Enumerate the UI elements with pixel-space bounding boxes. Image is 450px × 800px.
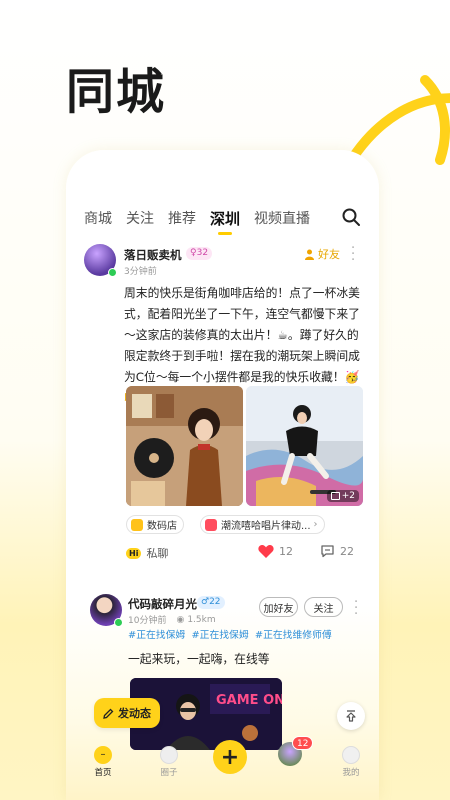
tab-mall[interactable]: 商城 [84, 208, 112, 228]
follow-button[interactable]: 关注 [304, 597, 343, 617]
more-options-icon[interactable]: · · · [351, 242, 355, 267]
level-value: 32 [196, 248, 209, 258]
add-friend-button[interactable]: 加好友 [259, 597, 298, 617]
nav-circle-label: 圈子 [160, 768, 178, 778]
shop-chip[interactable]: 数码店 [126, 515, 184, 534]
nav-home[interactable]: – 首页 [94, 746, 112, 778]
more-options-icon[interactable]: · · · [354, 596, 358, 621]
post-image-skater[interactable]: +2 [246, 386, 363, 506]
friend-badge[interactable]: 好友 [304, 246, 340, 262]
username[interactable]: 落日贩卖机 [124, 247, 182, 263]
level-badge: ♀32 [186, 247, 213, 260]
circle-icon [160, 746, 178, 764]
hashtag-list: #正在找保姆 #正在找保姆 #正在找维修师傅 [128, 627, 332, 641]
post-image-record-shop[interactable] [126, 386, 243, 506]
arrow-up-icon [346, 710, 356, 722]
nav-mine-label: 我的 [342, 768, 360, 778]
post-time-text: 10分钟前 [128, 616, 167, 626]
shop-icon [131, 518, 143, 531]
level-value: 22 [209, 597, 221, 607]
phone-screen: 商城 关注 推荐 深圳 视频直播 落日贩卖机 ♀32 3分钟前 好友 · · · 周… [66, 150, 379, 800]
post-update-button[interactable]: 发动态 [94, 698, 160, 728]
back-to-top-button[interactable] [337, 702, 365, 730]
like-count: 12 [279, 544, 293, 558]
tab-video-live[interactable]: 视频直播 [254, 208, 310, 228]
chat-label: 私聊 [146, 547, 169, 560]
post-text: 周末的快乐是街角咖啡店给的！点了一杯冰美式，配着阳光坐了一下午，连空气都慢下来了… [124, 286, 360, 384]
post-time: 3分钟前 [124, 267, 157, 277]
nav-mine[interactable]: 我的 [342, 746, 360, 778]
location-icon: ◉ [176, 614, 185, 625]
like-button[interactable]: 12 [258, 544, 293, 558]
hi-icon: Hi [126, 547, 142, 559]
image-illustration [126, 386, 243, 506]
page-headline: 同城 [66, 64, 167, 120]
neon-sign-text: GAME ON [216, 693, 282, 708]
nav-create-button[interactable]: + [213, 740, 247, 774]
hashtag[interactable]: #正在找保姆 [191, 630, 248, 641]
avatar[interactable] [84, 244, 117, 277]
more-images-count: +2 [341, 491, 355, 501]
topic-chip-label: 潮流嘻哈唱片律动... [221, 521, 311, 532]
hashtag[interactable]: #正在找保姆 [128, 630, 185, 641]
person-icon [305, 249, 314, 260]
hashtag[interactable]: #正在找维修师傅 [255, 630, 332, 641]
post-button-label: 发动态 [118, 707, 151, 720]
nav-messages[interactable]: 12 [278, 736, 314, 766]
nav-circle[interactable]: 圈子 [160, 746, 178, 778]
distance-text: 1.5km [187, 614, 216, 625]
level-badge: ♂22 [197, 596, 225, 609]
comment-icon [321, 545, 334, 558]
tab-following[interactable]: 关注 [126, 208, 154, 228]
private-chat-button[interactable]: Hi 私聊 [126, 545, 168, 561]
gallery-icon [330, 492, 340, 500]
username[interactable]: 代码敲碎月光 [128, 596, 197, 612]
avatar[interactable] [90, 594, 123, 627]
message-count-badge: 12 [292, 736, 314, 750]
post-time: 10分钟前 ◉ 1.5km [128, 613, 216, 627]
tab-recommend[interactable]: 推荐 [168, 208, 196, 228]
pencil-icon [103, 708, 114, 719]
topic-chip[interactable]: 潮流嘻哈唱片律动... › [200, 515, 325, 534]
tab-city-shenzhen[interactable]: 深圳 [210, 208, 240, 235]
search-icon[interactable] [341, 207, 361, 227]
online-indicator [114, 618, 123, 627]
nav-home-label: 首页 [94, 768, 112, 778]
heart-icon [258, 544, 274, 558]
image-illustration [246, 386, 363, 506]
home-icon: – [94, 746, 112, 764]
bottom-nav: – 首页 圈子 + 12 我的 [66, 736, 379, 786]
top-tabs: 商城 关注 推荐 深圳 视频直播 [84, 205, 365, 235]
more-images-badge: +2 [326, 490, 359, 502]
friend-label: 好友 [318, 248, 340, 261]
chevron-right-icon: › [313, 519, 318, 530]
profile-icon [342, 746, 360, 764]
post-content: 一起来玩，一起嗨，在线等 [128, 652, 270, 666]
shop-chip-label: 数码店 [147, 521, 177, 532]
online-indicator [108, 268, 117, 277]
comment-count: 22 [340, 544, 354, 558]
music-icon [205, 518, 217, 531]
comment-button[interactable]: 22 [320, 544, 354, 558]
